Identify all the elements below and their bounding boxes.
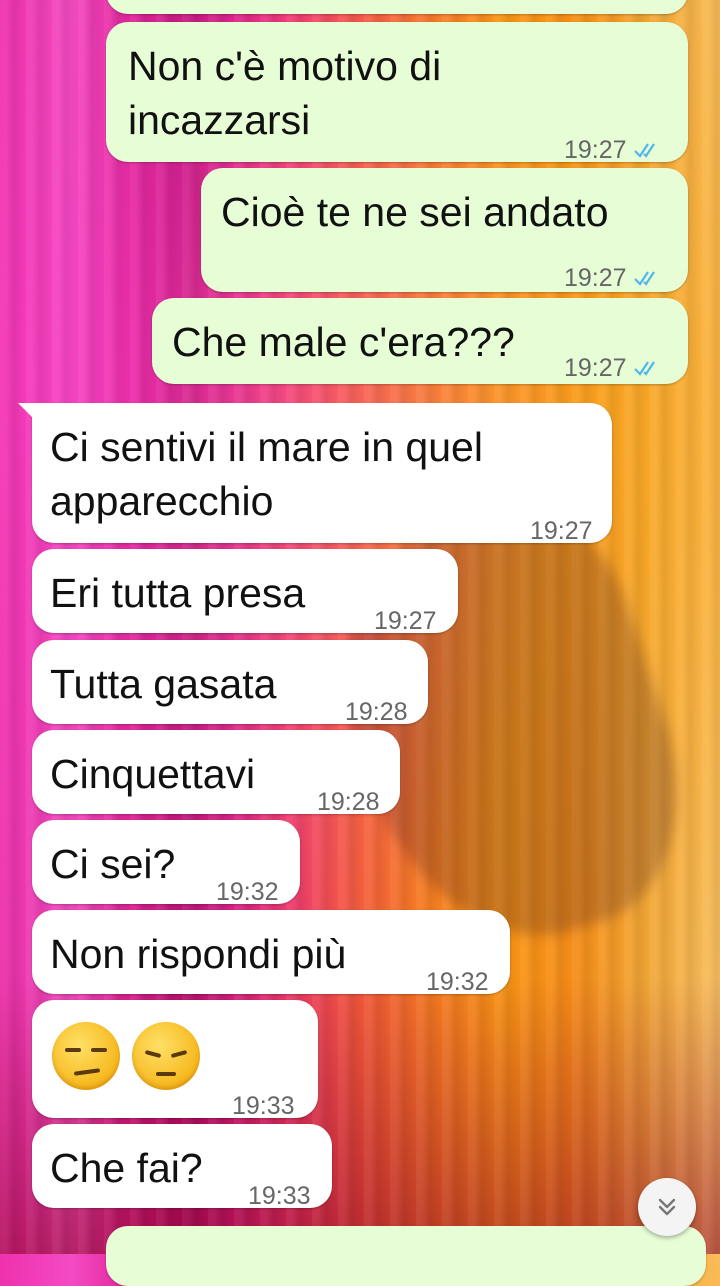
message-text: incazzarsi — [128, 97, 311, 143]
message-time: 19:28 — [317, 788, 380, 816]
partial-message-bottom — [106, 1226, 706, 1286]
message-bubble-incoming[interactable]: Ci sei? 19:32 — [32, 820, 300, 906]
message-bubble-outgoing[interactable]: Che male c'era??? 19:27 — [152, 298, 688, 384]
message-text: Non rispondi più — [50, 931, 347, 977]
unamused-face-icon — [52, 1022, 120, 1090]
message-meta: 19:33 — [248, 1172, 311, 1220]
message-meta: 19:28 — [317, 778, 380, 826]
pensive-face-icon — [132, 1022, 200, 1090]
message-bubble-incoming[interactable]: Non rispondi più 19:32 — [32, 910, 510, 996]
message-bubble-incoming[interactable]: 19:33 — [32, 1000, 318, 1120]
double-check-icon — [633, 271, 655, 286]
message-bubble-outgoing[interactable]: Cioè te ne sei andato 19:27 — [201, 168, 688, 292]
message-bubble-incoming[interactable]: Che fai? 19:33 — [32, 1124, 332, 1210]
message-time: 19:32 — [426, 968, 489, 996]
message-text: Ci sei? — [50, 841, 176, 887]
message-meta: 19:33 — [232, 1082, 295, 1130]
message-time: 19:33 — [232, 1092, 295, 1120]
message-meta: 19:32 — [426, 958, 489, 1006]
message-meta: 19:32 — [216, 868, 279, 916]
message-time: 19:28 — [345, 698, 408, 726]
message-bubble-incoming[interactable]: Eri tutta presa 19:27 — [32, 549, 458, 635]
message-meta: 19:27 — [564, 254, 663, 302]
message-bubble-outgoing[interactable]: Non c'è motivo di incazzarsi 19:27 — [106, 22, 688, 164]
message-meta: 19:27 — [564, 126, 663, 174]
message-bubble-incoming[interactable]: Ci sentivi il mare in quel apparecchio 1… — [18, 403, 612, 545]
message-text: Cioè te ne sei andato — [221, 189, 609, 235]
chevron-double-down-icon — [658, 1198, 676, 1216]
message-time: 19:27 — [564, 136, 627, 164]
message-meta: 19:27 — [564, 344, 663, 392]
message-time: 19:27 — [530, 517, 593, 545]
message-text: Tutta gasata — [50, 661, 277, 707]
message-time: 19:27 — [374, 607, 437, 635]
message-time: 19:27 — [564, 264, 627, 292]
message-meta: 19:27 — [374, 597, 437, 645]
message-time: 19:32 — [216, 878, 279, 906]
double-check-icon — [633, 143, 655, 158]
message-text: Eri tutta presa — [50, 570, 306, 616]
message-time: 19:33 — [248, 1182, 311, 1210]
message-time: 19:27 — [564, 354, 627, 382]
message-text: Cinquettavi — [50, 751, 256, 797]
message-bubble-incoming[interactable]: Cinquettavi 19:28 — [32, 730, 400, 816]
message-text: Ci sentivi il mare in quel — [50, 424, 483, 470]
message-meta: 19:28 — [345, 688, 408, 736]
bubble-tail — [18, 403, 38, 423]
message-text: Che male c'era??? — [172, 319, 515, 365]
double-check-icon — [633, 361, 655, 376]
message-meta: 19:27 — [530, 507, 593, 555]
message-text: Che fai? — [50, 1145, 203, 1191]
message-text: apparecchio — [50, 478, 274, 524]
message-text: Non c'è motivo di — [128, 43, 442, 89]
scroll-to-bottom-button[interactable] — [638, 1178, 696, 1236]
partial-message-top — [106, 0, 688, 14]
message-bubble-incoming[interactable]: Tutta gasata 19:28 — [32, 640, 428, 726]
